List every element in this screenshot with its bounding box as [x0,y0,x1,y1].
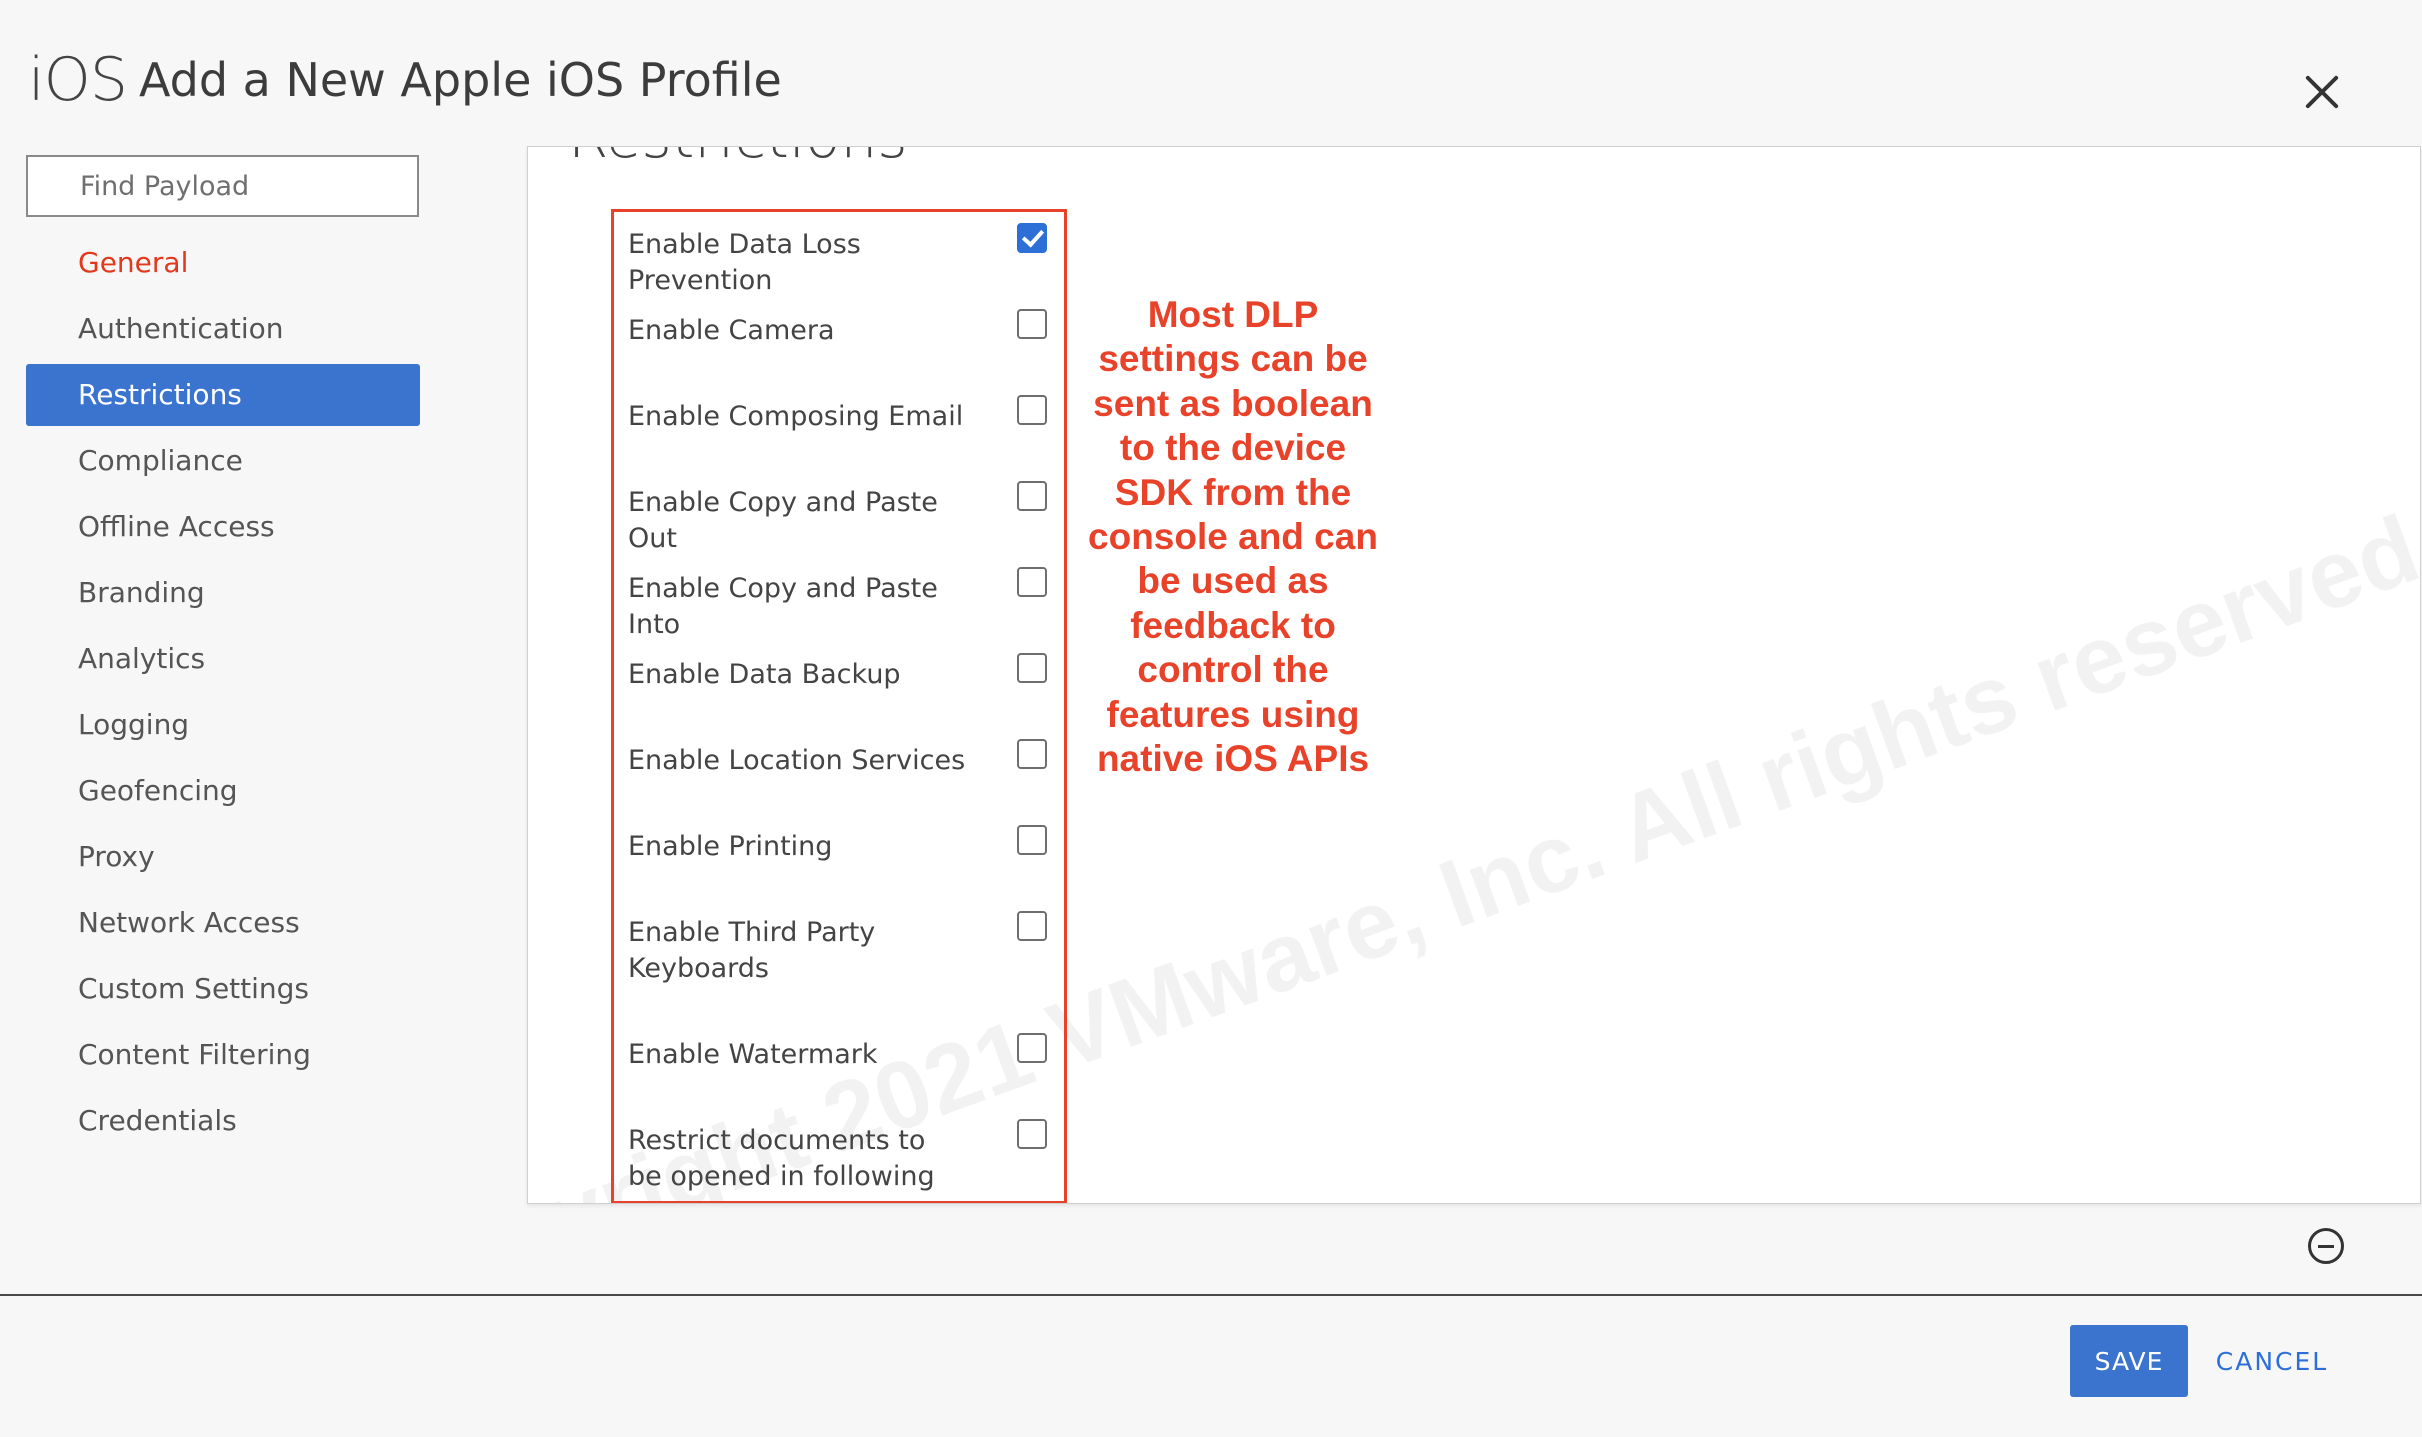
option-label-watermark: Enable Watermark [628,1039,878,1070]
option-label-third-party-keyboards: Enable Third Party Keyboards [628,917,876,984]
restrictions-panel[interactable]: Restrictions Copyright 2021 VMware, Inc.… [527,146,2421,1204]
checkbox-data-backup[interactable] [1017,653,1047,683]
option-label-data-backup: Enable Data Backup [628,659,901,690]
checkbox-location-services[interactable] [1017,739,1047,769]
sidebar-item-proxy[interactable]: Proxy [26,826,420,888]
option-label-copy-paste-into: Enable Copy and Paste Into [628,573,938,640]
checkbox-printing[interactable] [1017,825,1047,855]
dialog-header: iOS Add a New Apple iOS Profile [28,40,782,120]
remove-payload-icon[interactable] [2308,1228,2344,1264]
sidebar-item-compliance[interactable]: Compliance [26,430,420,492]
ios-logo: iOS [28,45,128,115]
sidebar-item-restrictions[interactable]: Restrictions [26,364,420,426]
dialog-title: Add a New Apple iOS Profile [138,53,782,107]
find-payload-search[interactable] [26,155,419,217]
find-payload-input[interactable] [28,157,417,215]
option-label-composing-email: Enable Composing Email [628,401,964,432]
sidebar-item-branding[interactable]: Branding [26,562,420,624]
option-label-data-loss-prevention: Enable Data Loss Prevention [628,229,861,296]
option-label-camera: Enable Camera [628,315,835,346]
checkbox-camera[interactable] [1017,309,1047,339]
checkbox-third-party-keyboards[interactable] [1017,911,1047,941]
checkbox-restrict-documents[interactable] [1017,1119,1047,1149]
sidebar-item-analytics[interactable]: Analytics [26,628,420,690]
checkbox-watermark[interactable] [1017,1033,1047,1063]
cancel-button[interactable]: CANCEL [2202,1325,2342,1397]
checkbox-data-loss-prevention[interactable] [1017,223,1047,253]
checkbox-copy-paste-out[interactable] [1017,481,1047,511]
payload-sidebar: General Authentication Restrictions Comp… [26,232,420,1156]
save-button[interactable]: SAVE [2070,1325,2188,1397]
sidebar-item-logging[interactable]: Logging [26,694,420,756]
dlp-annotation-note: Most DLP settings can be sent as boolean… [1088,294,1378,780]
sidebar-item-geofencing[interactable]: Geofencing [26,760,420,822]
sidebar-item-network-access[interactable]: Network Access [26,892,420,954]
option-label-restrict-documents: Restrict documents to be opened in follo… [628,1125,935,1203]
option-label-printing: Enable Printing [628,831,833,862]
sidebar-item-credentials[interactable]: Credentials [26,1090,420,1152]
add-profile-dialog: iOS Add a New Apple iOS Profile General … [0,0,2422,1437]
section-title: Restrictions [568,147,908,171]
sidebar-item-offline-access[interactable]: Offline Access [26,496,420,558]
dialog-footer [0,1296,2422,1437]
checkbox-copy-paste-into[interactable] [1017,567,1047,597]
checkbox-composing-email[interactable] [1017,395,1047,425]
option-label-location-services: Enable Location Services [628,745,966,776]
sidebar-item-general[interactable]: General [26,232,420,294]
close-icon[interactable] [2298,68,2346,116]
option-label-copy-paste-out: Enable Copy and Paste Out [628,487,938,554]
sidebar-item-custom-settings[interactable]: Custom Settings [26,958,420,1020]
sidebar-item-authentication[interactable]: Authentication [26,298,420,360]
sidebar-item-content-filtering[interactable]: Content Filtering [26,1024,420,1086]
